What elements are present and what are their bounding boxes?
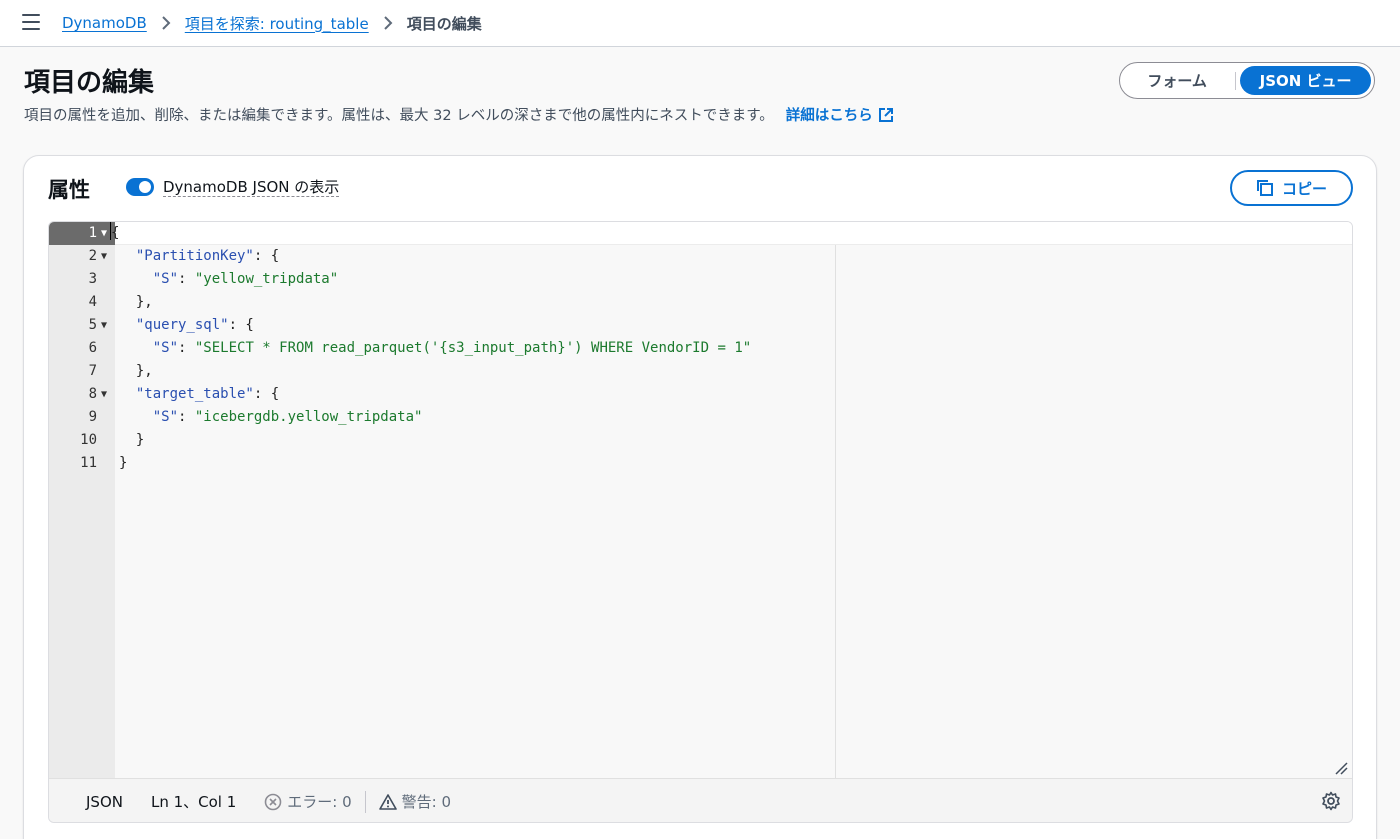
code-text: "query_sql": { [119,314,254,337]
json-string: "yellow_tripdata" [194,271,339,287]
learn-more-link[interactable]: 詳細はこちら [786,104,894,125]
code-line[interactable]: 5 ▼ "query_sql": { [49,314,1352,337]
json-string: "SELECT * FROM read_parquet('{s3_input_p… [194,340,752,356]
copy-button[interactable]: コピー [1230,170,1353,206]
code-line[interactable]: 6 "S": "SELECT * FROM read_parquet('{s3_… [49,337,1352,360]
fold-arrow-icon[interactable]: ▼ [101,245,107,268]
fold-arrow-icon[interactable]: ▼ [101,383,107,406]
dynamodb-json-toggle-label[interactable]: DynamoDB JSON の表示 [163,178,340,197]
breadcrumb-explore-items[interactable]: 項目を探索: routing_table [185,13,369,34]
language-mode: JSON [86,792,123,811]
code-line[interactable]: 3 "S": "yellow_tripdata" [49,268,1352,291]
form-view-button[interactable]: フォーム [1123,66,1231,95]
json-punct: : { [253,386,280,402]
line-number: 10 [80,432,97,448]
breadcrumb-dynamodb[interactable]: DynamoDB [62,14,147,32]
status-divider [364,790,366,813]
description-text: 項目の属性を追加、削除、または編集できます。属性は、最大 32 レベルの深さまで… [24,108,774,124]
error-count-label: エラー: 0 [287,793,352,811]
line-number: 9 [88,409,97,425]
gear-icon[interactable] [1321,791,1341,815]
line-number: 5 [88,317,97,333]
resize-handle-icon[interactable] [1334,760,1348,775]
code-line[interactable]: 1 ▼{ [49,222,1352,245]
json-punct: : [178,271,195,287]
json-punct: : [178,340,195,356]
line-number: 11 [80,455,97,471]
code-text: "S": "SELECT * FROM read_parquet('{s3_in… [119,337,751,360]
error-count[interactable]: エラー: 0 [264,791,352,812]
json-view-button[interactable]: JSON ビュー [1240,66,1371,95]
json-key: "S" [152,409,179,425]
code-line[interactable]: 7 }, [49,360,1352,383]
json-key: "target_table" [135,386,254,402]
code-text: } [119,429,144,452]
view-mode-toggle: フォーム JSON ビュー [1119,62,1375,99]
chevron-right-icon [383,16,393,30]
line-number: 6 [88,340,97,356]
copy-icon [1256,179,1274,197]
code-line[interactable]: 11} [49,452,1352,475]
line-number: 2 [88,248,97,264]
fold-arrow-icon[interactable]: ▼ [101,222,107,245]
code-text: "S": "yellow_tripdata" [119,268,338,291]
json-punct: : { [253,248,280,264]
dynamodb-json-toggle[interactable] [126,178,154,196]
line-number: 8 [88,386,97,402]
fold-arrow-icon[interactable]: ▼ [101,314,107,337]
attributes-panel: 属性 DynamoDB JSON の表示 コピー 1 ▼{2 ▼ "Partitio… [23,155,1377,839]
json-editor[interactable]: 1 ▼{2 ▼ "PartitionKey": {3 "S": "yellow_tr… [48,221,1353,823]
json-key: "S" [152,271,179,287]
code-line[interactable]: 10 } [49,429,1352,452]
error-circle-icon [264,793,282,811]
editor-status-bar: JSON Ln 1、Col 1 エラー: 0 警告: 0 [49,778,1352,822]
chevron-right-icon [161,16,171,30]
json-punct: : [178,409,195,425]
segment-divider [1235,71,1237,90]
menu-icon[interactable] [22,14,40,30]
learn-more-label: 詳細はこちら [785,108,873,124]
page-title: 項目の編集 [24,68,155,98]
attributes-title: 属性 [48,178,90,202]
line-number: 4 [88,294,97,310]
json-punct: }, [135,363,153,379]
code-text: }, [119,291,153,314]
warning-triangle-icon [378,793,397,811]
warning-count[interactable]: 警告: 0 [378,791,452,812]
copy-label: コピー [1281,180,1327,198]
json-punct: } [135,432,145,448]
breadcrumb: DynamoDB 項目を探索: routing_table 項目の編集 [62,12,482,34]
code-line[interactable]: 8 ▼ "target_table": { [49,383,1352,406]
top-bar: DynamoDB 項目を探索: routing_table 項目の編集 [0,0,1400,47]
code-line[interactable]: 4 }, [49,291,1352,314]
cursor-position: Ln 1、Col 1 [150,793,237,811]
code-line[interactable]: 2 ▼ "PartitionKey": { [49,245,1352,268]
page-description: 項目の属性を追加、削除、または編集できます。属性は、最大 32 レベルの深さまで… [24,104,894,125]
code-line[interactable]: 9 "S": "icebergdb.yellow_tripdata" [49,406,1352,429]
external-link-icon [878,107,894,123]
code-text: "S": "icebergdb.yellow_tripdata" [119,406,423,429]
code-text: "PartitionKey": { [119,245,279,268]
breadcrumb-current: 項目の編集 [406,14,482,33]
line-number: 7 [88,363,97,379]
json-key: "S" [152,340,179,356]
json-string: "icebergdb.yellow_tripdata" [194,409,423,425]
json-punct: : { [228,317,254,333]
line-number: 3 [88,271,97,287]
json-key: "query_sql" [135,317,229,333]
json-punct: }, [135,294,153,310]
json-punct: } [119,455,128,471]
code-text: "target_table": { [119,383,279,406]
code-text: } [119,452,127,475]
code-text: }, [119,360,153,383]
json-punct: { [111,225,120,241]
json-key: "PartitionKey" [135,248,254,264]
warning-count-label: 警告: 0 [401,793,452,811]
